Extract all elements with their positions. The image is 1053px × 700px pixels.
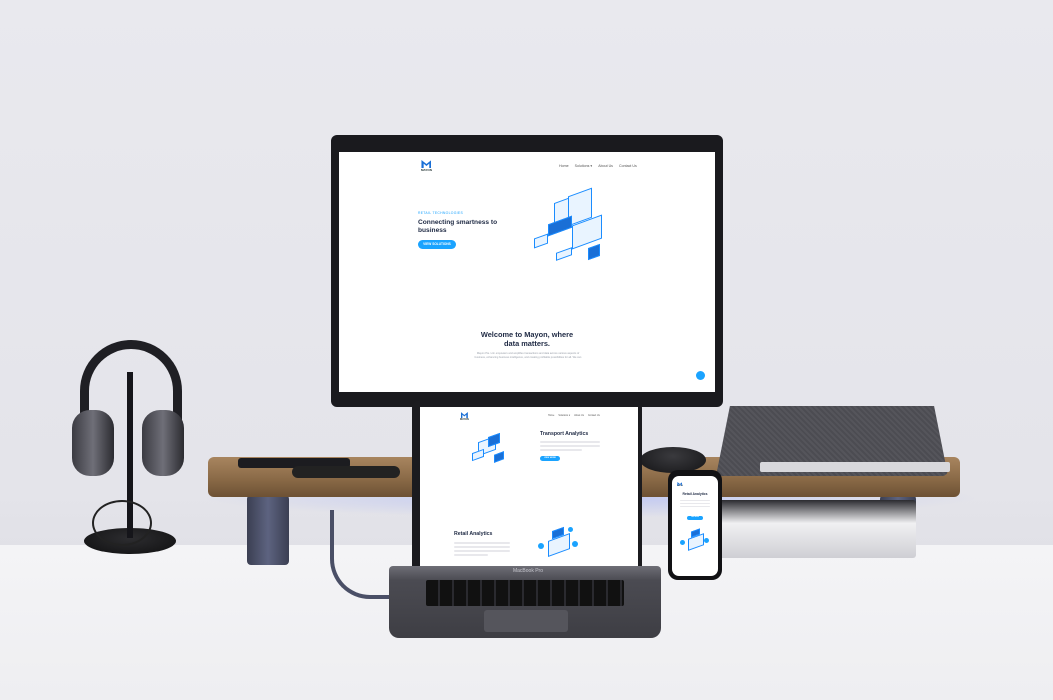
headphone-left-cup — [72, 410, 114, 476]
nav-solutions[interactable]: Solutions ▾ — [558, 414, 570, 417]
laptop-site-nav: Home Solutions ▾ About Us Contact Us — [548, 414, 600, 417]
laptop-on-stand-edge — [760, 462, 950, 472]
site-logo[interactable]: MAYON — [421, 160, 432, 172]
hero-illustration — [534, 187, 614, 270]
nav-contact[interactable]: Contact Us — [588, 414, 600, 417]
phone-view-more-button[interactable]: VIEW MORE — [687, 516, 703, 520]
nav-about[interactable]: About Us — [598, 164, 613, 168]
welcome-body: Mayon Pte. Ltd. empowers and amplifies t… — [474, 352, 582, 359]
monitor-screen: MAYON Home Solutions ▾ About Us Contact … — [339, 152, 715, 392]
phone-retail-heading: Retail Analytics — [682, 492, 708, 496]
phone-retail-illustration — [680, 528, 710, 558]
site-nav: Home Solutions ▾ About Us Contact Us — [559, 164, 637, 168]
phone-text — [680, 498, 710, 509]
retail-analytics-heading: Retail Analytics — [454, 531, 493, 537]
logo-text: MAYON — [421, 168, 432, 172]
laptop-site-logo[interactable]: MAYON — [460, 412, 469, 421]
view-solutions-button[interactable]: VIEW SOLUTIONS — [418, 240, 456, 249]
nav-home[interactable]: Home — [559, 164, 569, 168]
nav-home[interactable]: Home — [548, 414, 554, 417]
desk-scene: MAYON Home Solutions ▾ About Us Contact … — [0, 0, 1053, 700]
transport-illustration — [472, 431, 508, 465]
transport-text — [540, 439, 600, 453]
retail-text — [454, 540, 510, 558]
laptop-screen: MAYON Home Solutions ▾ About Us Contact … — [420, 407, 638, 567]
hero-heading: Connecting smartness to business — [418, 219, 498, 234]
logo-text: MAYON — [460, 418, 469, 421]
phone-site-logo[interactable]: MAYON — [677, 482, 683, 487]
laptop-keyboard — [426, 580, 624, 606]
transport-view-more-button[interactable]: VIEW MORE — [540, 456, 560, 461]
under-shelf-storage — [716, 500, 916, 558]
logo-text: MAYON — [677, 486, 683, 487]
transport-analytics-heading: Transport Analytics — [540, 431, 589, 437]
welcome-heading: Welcome to Mayon, where data matters. — [480, 330, 574, 348]
mayon-logo-icon — [421, 160, 432, 168]
smartwatch — [292, 466, 400, 478]
retail-illustration — [538, 526, 584, 563]
hero-tagline: RETAIL TECHNOLOGIES — [418, 211, 464, 215]
chat-widget-icon[interactable] — [696, 371, 705, 380]
shelf-leg-left — [247, 495, 289, 565]
laptop-model-label: MacBook Pro — [512, 568, 543, 574]
nav-about[interactable]: About Us — [574, 414, 584, 417]
nav-solutions[interactable]: Solutions ▾ — [575, 164, 593, 168]
laptop-trackpad — [484, 610, 568, 632]
headphone-right-cup — [142, 410, 184, 476]
smartphone-screen: MAYON Retail Analytics VIEW MORE — [672, 476, 718, 576]
headphone-cable — [92, 500, 152, 546]
nav-contact[interactable]: Contact Us — [619, 164, 637, 168]
